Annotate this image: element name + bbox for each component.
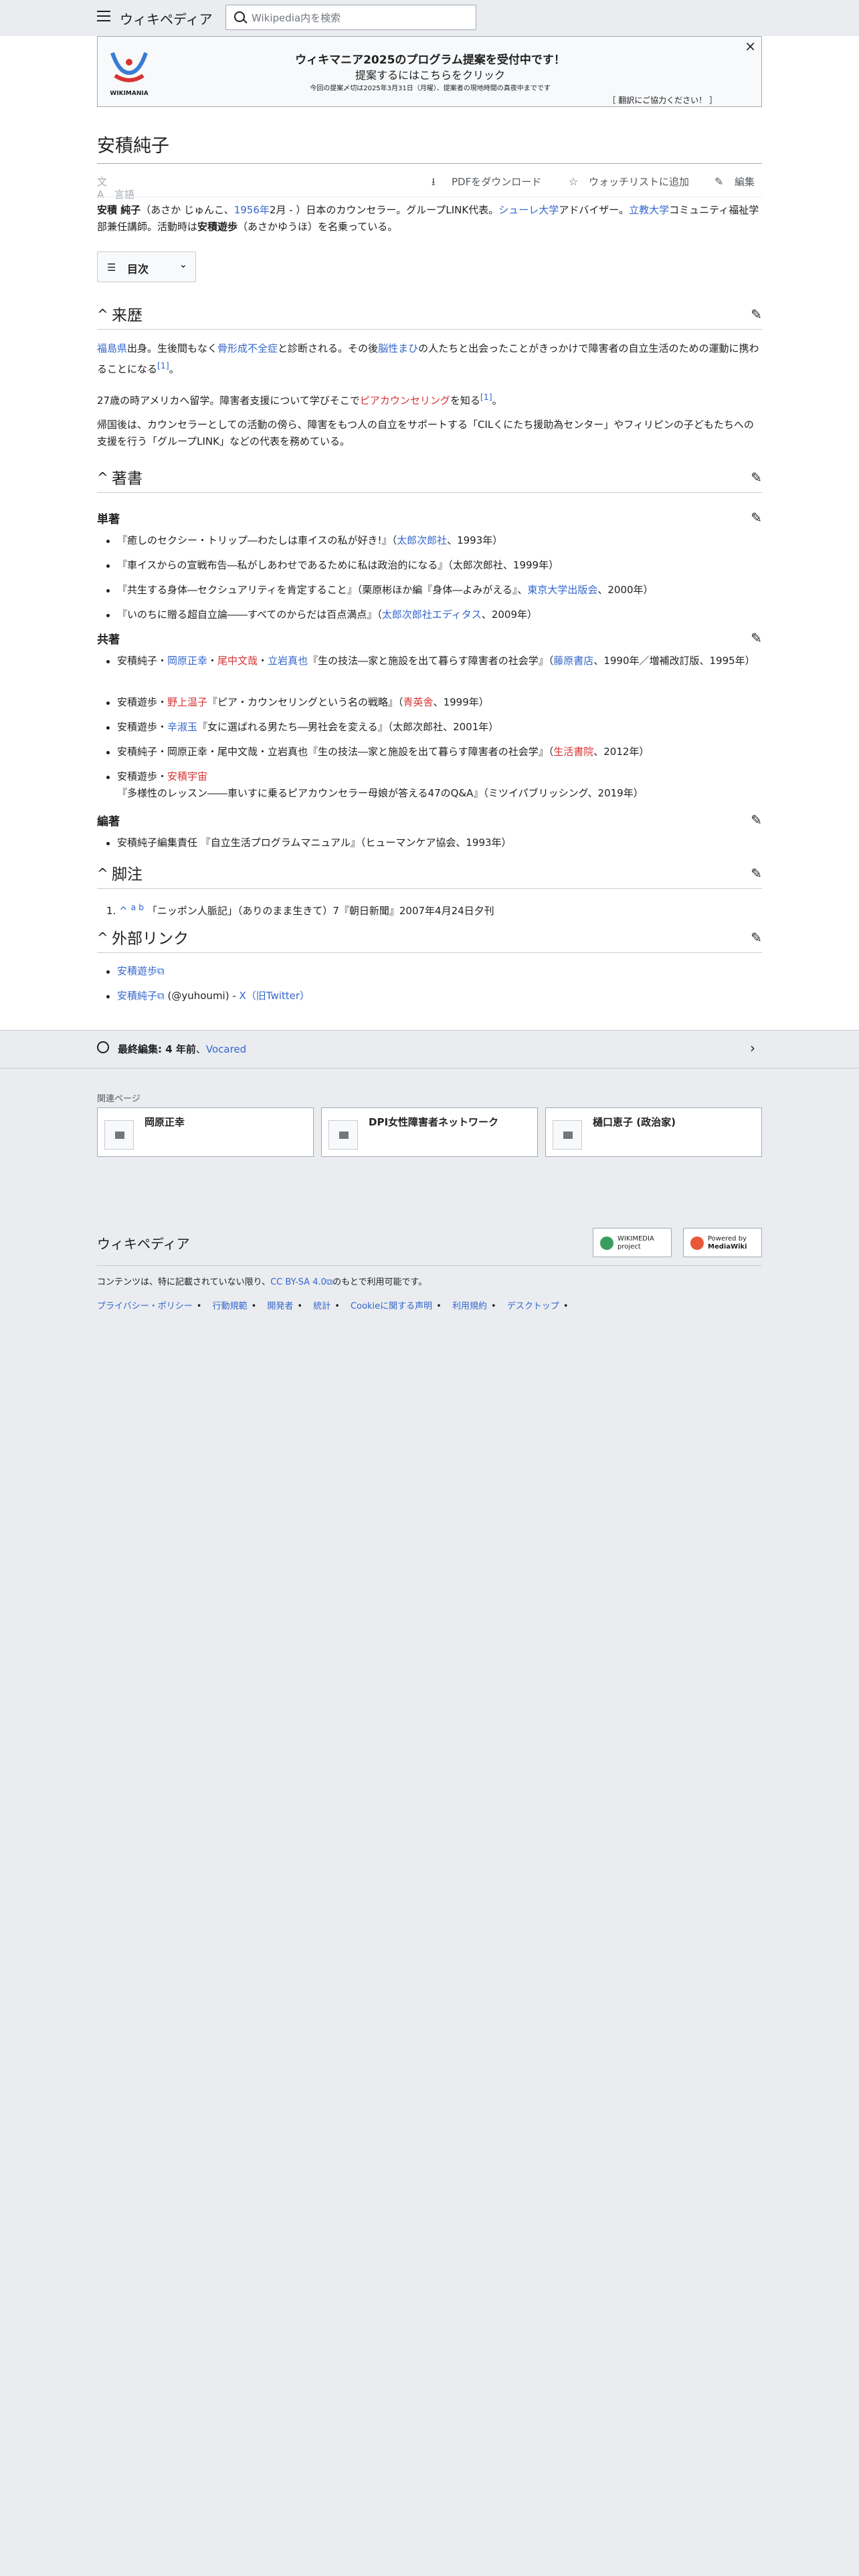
- related-pages-heading: 関連ページ: [97, 1094, 140, 1104]
- ref-link[interactable]: [1]: [157, 360, 169, 370]
- caret-up-icon[interactable]: ^: [97, 930, 108, 946]
- search-box[interactable]: [225, 5, 476, 30]
- toc-button[interactable]: ☰ 目次 ⌄: [97, 251, 196, 282]
- caret-up-icon[interactable]: ^: [97, 865, 108, 881]
- section-heading: 来歴: [112, 307, 142, 324]
- pencil-icon[interactable]: ✎: [751, 865, 762, 881]
- pencil-icon[interactable]: ✎: [751, 469, 762, 486]
- wordmark[interactable]: ウィキペディア: [120, 9, 213, 28]
- language-button[interactable]: 文A 言語: [97, 175, 134, 201]
- footer-links: プライバシー・ポリシー • 行動規範 • 開発者 • 統計 • Cookieに関する声明…: [97, 1301, 569, 1311]
- edit-button[interactable]: ✎ 編集: [714, 175, 755, 189]
- last-editor-link[interactable]: Vocared: [206, 1043, 246, 1055]
- section-heading: 外部リンク: [112, 930, 189, 948]
- section-heading: 著書: [112, 470, 142, 488]
- list-icon: ☰: [107, 261, 116, 274]
- footer-link[interactable]: デスクトップ: [507, 1301, 559, 1311]
- pencil-icon[interactable]: ✎: [751, 930, 762, 946]
- subsection-edited: 編著 ✎: [97, 812, 762, 829]
- search-input[interactable]: [250, 9, 467, 27]
- history-paragraph-2: 27歳の時アメリカへ留学。障害者支援について学びそこでピアカウンセリングを知る[…: [97, 392, 502, 407]
- external-link-icon: ⧉: [157, 965, 165, 977]
- mediawiki-logo-icon: [690, 1237, 704, 1250]
- related-card[interactable]: 樋口恵子 (政治家): [545, 1107, 762, 1157]
- footer-wordmark: ウィキペディア: [97, 1236, 190, 1252]
- chevron-down-icon: ⌄: [179, 259, 187, 270]
- footnote-1: 1. ^ a b 「ニッポン人脈記」（ありのまま生きて）7『朝日新聞』2007年…: [106, 902, 494, 917]
- star-icon: ☆: [569, 175, 579, 188]
- pencil-icon[interactable]: ✎: [751, 306, 762, 322]
- external-link-junko[interactable]: 安積純子: [117, 990, 157, 1002]
- section-external-links: ^ 外部リンク ✎: [97, 926, 762, 953]
- pencil-icon[interactable]: ✎: [751, 812, 762, 828]
- wikimania-banner[interactable]: WIKIMANIA × ウィキマニア2025のプログラム提案を受付中です！ 提案…: [97, 36, 762, 107]
- link-1956[interactable]: 1956年: [234, 204, 270, 216]
- intro-paragraph: 安積 純子（あさか じゅんこ、1956年2月 - ）日本のカウンセラー。グループ…: [97, 204, 759, 233]
- ref-link[interactable]: [1]: [480, 392, 492, 402]
- chevron-right-icon: ›: [750, 1040, 755, 1056]
- section-works: ^ 著書 ✎: [97, 465, 762, 493]
- banner-cta[interactable]: 提案するにはこちらをクリック: [98, 66, 763, 82]
- footer-link[interactable]: 行動規範: [213, 1301, 248, 1311]
- pencil-icon: ✎: [714, 175, 724, 188]
- footer-link[interactable]: Cookieに関する声明: [351, 1301, 432, 1311]
- related-card[interactable]: DPI女性障害者ネットワーク: [321, 1107, 538, 1157]
- banner-translate-link[interactable]: ［ 翻訳にご協力ください！ ］: [608, 94, 717, 106]
- wikimedia-logo-icon: [600, 1237, 613, 1250]
- license-text: コンテンツは、特に記載されていない限り、CC BY-SA 4.0⧉のもとで利用可…: [97, 1277, 427, 1287]
- header: ウィキペディア: [0, 0, 859, 36]
- last-edited-bar[interactable]: 最終編集: 4 年前、Vocared ›: [0, 1030, 859, 1069]
- subsection-coauthor: 共著 ✎: [97, 630, 762, 647]
- watchlist-button[interactable]: ☆ ウォッチリストに追加: [569, 175, 689, 189]
- subsection-single: 単著 ✎: [97, 510, 762, 526]
- footer-link[interactable]: 利用規約: [452, 1301, 487, 1311]
- pencil-icon[interactable]: ✎: [751, 630, 762, 646]
- search-icon: [234, 11, 245, 22]
- download-icon: ⭳: [432, 175, 436, 188]
- mediawiki-badge[interactable]: Powered by MediaWiki: [683, 1228, 762, 1257]
- external-link-icon: ⧉: [157, 990, 165, 1002]
- external-link-yuho[interactable]: 安積遊歩: [117, 965, 157, 977]
- license-link[interactable]: CC BY-SA 4.0: [270, 1277, 326, 1287]
- image-placeholder-icon: [553, 1120, 582, 1150]
- section-heading: 脚注: [112, 866, 142, 883]
- footer-link[interactable]: 開発者: [267, 1301, 293, 1311]
- history-icon: [97, 1041, 109, 1053]
- history-paragraph-3: 帰国後は、カウンセラーとしての活動の傍ら、障害をもつ人の自立をサポートする「CI…: [97, 419, 754, 447]
- history-paragraph-1: 福島県出身。生後間もなく骨形成不全症と診断される。その後脳性まひの人たちと出会っ…: [97, 342, 759, 375]
- page-title: 安積純子: [97, 136, 169, 156]
- link-rikkyo-univ[interactable]: 立教大学: [629, 204, 669, 216]
- banner-deadline: 今回の提案〆切は2025年3月31日（月曜）、提案者の現地時間の真夜中までです: [310, 85, 551, 92]
- caret-up-icon[interactable]: ^: [97, 306, 108, 322]
- section-history: ^ 来歴 ✎: [97, 302, 762, 330]
- page-body: WIKIMANIA × ウィキマニア2025のプログラム提案を受付中です！ 提案…: [0, 36, 859, 1069]
- x-twitter-link[interactable]: X（旧Twitter）: [240, 990, 310, 1002]
- main-menu-icon[interactable]: [97, 11, 110, 21]
- title-divider: [97, 163, 762, 164]
- section-notes: ^ 脚注 ✎: [97, 861, 762, 889]
- banner-headline: ウィキマニア2025のプログラム提案を受付中です！: [295, 53, 565, 67]
- wikimedia-badge[interactable]: WIKIMEDIA project: [593, 1228, 672, 1257]
- footer-link[interactable]: 統計: [313, 1301, 330, 1311]
- footer-divider: [97, 1265, 762, 1266]
- related-card[interactable]: 岡原正幸: [97, 1107, 314, 1157]
- external-link-icon: ⧉: [326, 1277, 333, 1287]
- link-shure-univ[interactable]: シューレ大学: [498, 204, 559, 216]
- pencil-icon[interactable]: ✎: [751, 510, 762, 526]
- image-placeholder-icon: [328, 1120, 358, 1150]
- caret-up-icon[interactable]: ^: [97, 469, 108, 486]
- footer-link[interactable]: プライバシー・ポリシー: [97, 1301, 193, 1311]
- image-placeholder-icon: [104, 1120, 134, 1150]
- download-pdf-button[interactable]: ⭳ PDFをダウンロード: [432, 175, 541, 193]
- page-toolbar: 文A 言語 ⭳ PDFをダウンロード ☆ ウォッチリストに追加 ✎ 編集: [97, 167, 762, 201]
